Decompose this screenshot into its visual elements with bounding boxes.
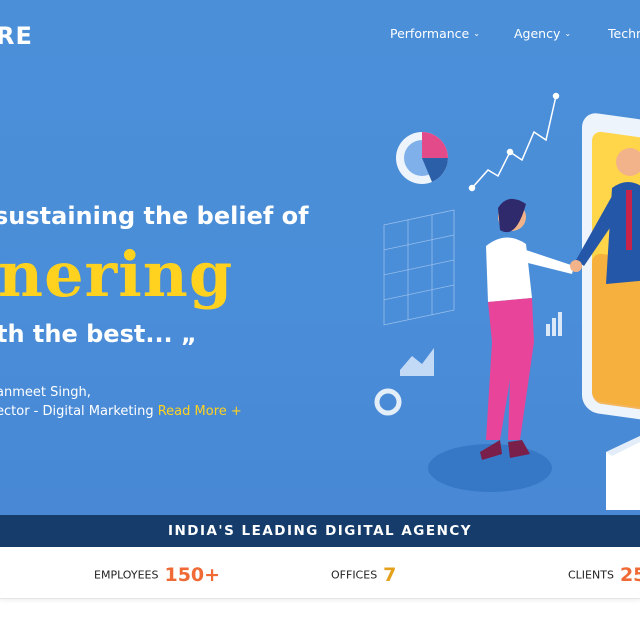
quote-author-name: anmeet Singh,	[0, 385, 91, 400]
nav-item-label: Techn	[608, 26, 640, 41]
stats-bar: EMPLOYEES 150+ OFFICES 7 CLIENTS 25	[0, 547, 640, 599]
podium-block	[606, 436, 640, 510]
quote-author-role: ector - Digital Marketing Read More +	[0, 404, 242, 419]
hero-section: RE Performance ⌄ Agency ⌄ Techn sustaining…	[0, 0, 640, 515]
main-nav: Performance ⌄ Agency ⌄ Techn	[0, 26, 640, 46]
nav-item-agency[interactable]: Agency ⌄	[514, 26, 571, 41]
nav-item-label: Performance	[390, 26, 470, 41]
stat-value: 150+	[164, 564, 221, 586]
stat-clients: CLIENTS 25	[568, 564, 640, 586]
author-role-text: ector - Digital Marketing	[0, 404, 154, 419]
stat-value: 7	[383, 564, 397, 586]
area-chart-icon	[400, 348, 434, 376]
chevron-down-icon: ⌄	[564, 29, 572, 38]
pie-chart-icon	[396, 132, 448, 184]
quote-line-3: th the best... „	[0, 320, 197, 348]
agency-banner: INDIA'S LEADING DIGITAL AGENCY	[0, 515, 640, 547]
donut-icon	[374, 388, 402, 416]
hero-illustration	[374, 92, 640, 510]
stat-offices: OFFICES 7	[331, 564, 396, 586]
nav-item-label: Agency	[514, 26, 561, 41]
stat-label: EMPLOYEES	[94, 568, 159, 582]
nav-item-technology[interactable]: Techn	[608, 26, 640, 41]
nav-item-performance[interactable]: Performance ⌄	[390, 26, 480, 41]
quote-line-1: sustaining the belief of	[0, 202, 309, 230]
read-more-link[interactable]: Read More +	[158, 404, 242, 419]
bar-graph-icon	[546, 312, 562, 336]
grid-chart-icon	[383, 209, 455, 326]
chevron-down-icon: ⌄	[473, 29, 480, 38]
stat-value: 25	[619, 564, 640, 586]
handshake	[570, 260, 582, 272]
quote-highlight: nering	[0, 238, 234, 311]
stat-employees: EMPLOYEES 150+	[94, 564, 220, 586]
line-graph-icon	[468, 92, 560, 192]
stat-label: CLIENTS	[568, 568, 614, 582]
stat-label: OFFICES	[331, 568, 378, 582]
